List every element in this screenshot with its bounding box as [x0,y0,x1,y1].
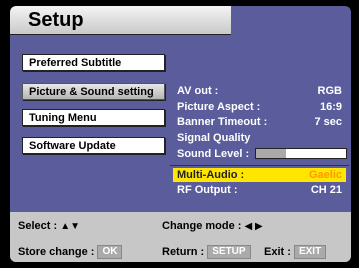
menu-item-label: Tuning Menu [29,112,97,124]
change-mode-hint: Change mode : ◀ ▶ [162,220,263,232]
setting-label: Picture Aspect : [177,101,261,113]
menu-item-software-update[interactable]: Software Update [22,137,165,154]
setting-label: AV out : [177,85,219,97]
menu-item-label: Software Update [29,140,116,152]
setup-key[interactable]: SETUP [207,245,251,259]
setting-av-out[interactable]: AV out : RGB [173,84,346,98]
setting-value: 16:9 [319,101,342,113]
store-hint: Store change : OK [18,245,123,259]
setting-label: Sound Level : [177,148,250,160]
setting-signal-quality[interactable]: Signal Quality [173,131,346,145]
setting-label: Multi-Audio : [177,169,245,181]
left-right-arrows-icon: ◀ ▶ [244,221,263,232]
setting-rf-output[interactable]: RF Output : CH 21 [173,183,346,197]
menu-item-tuning-menu[interactable]: Tuning Menu [22,109,165,126]
change-mode-label: Change mode : [162,220,242,232]
setting-value: Gaelic [308,169,342,181]
footer-hints-top: Select : ▲▼ Change mode : ◀ ▶ [10,212,351,239]
setting-multi-audio[interactable]: Multi-Audio : Gaelic [173,168,346,182]
store-label: Store change : [18,245,95,258]
menu-item-picture-sound-setting[interactable]: Picture & Sound setting [22,83,165,100]
title-bar: Setup [10,6,231,35]
menu-item-label: Preferred Subtitle [29,57,122,69]
footer-hints: Store change : OK Return : SETUP Exit : … [10,239,351,262]
select-hint: Select : ▲▼ [18,220,80,232]
setting-banner-timeout[interactable]: Banner Timeout : 7 sec [173,115,346,129]
setting-value: CH 21 [310,184,342,196]
setting-label: RF Output : [177,184,238,196]
setting-label: Banner Timeout : [177,116,268,128]
page-title: Setup [28,9,84,31]
setting-value: RGB [317,85,342,97]
setting-sound-level[interactable]: Sound Level : [173,147,347,161]
setting-picture-aspect[interactable]: Picture Aspect : 16:9 [173,100,346,114]
return-label: Return : [162,245,205,258]
exit-label: Exit : [264,245,291,258]
divider [170,165,349,166]
menu-item-label: Picture & Sound setting [29,86,154,98]
sound-level-slider[interactable] [255,148,347,159]
ok-key[interactable]: OK [97,245,123,259]
up-down-arrows-icon: ▲▼ [60,221,80,232]
menu-item-preferred-subtitle[interactable]: Preferred Subtitle [22,54,165,71]
setup-screen: Setup Preferred Subtitle Picture & Sound… [10,6,351,262]
setting-label: Signal Quality [177,132,251,144]
setting-value: 7 sec [314,116,342,128]
sound-level-fill [256,149,286,158]
exit-hint: Exit : EXIT [264,245,327,259]
exit-key[interactable]: EXIT [293,245,327,259]
select-label: Select : [18,220,58,232]
return-hint: Return : SETUP [162,245,251,259]
